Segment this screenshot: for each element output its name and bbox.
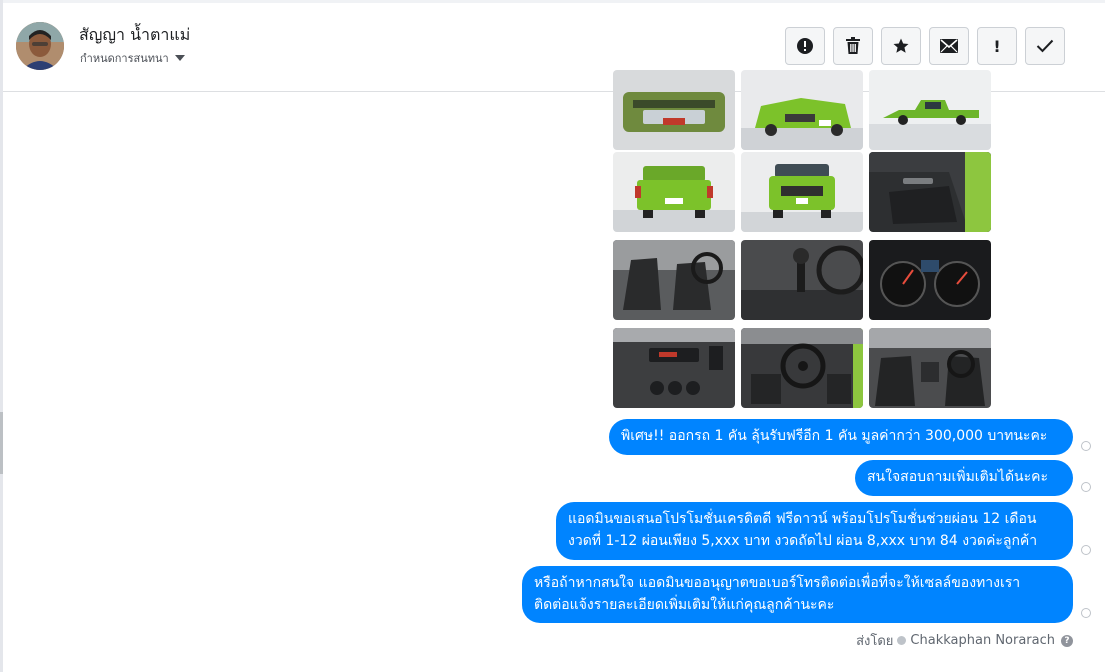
follow-up-button[interactable]: ! [977,27,1017,65]
image-attachment-grid [613,70,991,408]
image-dashboard-console[interactable] [613,328,735,408]
sender-name[interactable]: Chakkaphan Norarach [910,633,1055,648]
message-bubble[interactable]: หรือถ้าหากสนใจ แอดมินขออนุญาตขอเบอร์โทรต… [522,566,1073,623]
message-seen-icon [1081,608,1091,618]
image-front-seats[interactable] [613,240,735,320]
image-car-side[interactable] [869,70,991,150]
help-icon[interactable]: ? [1061,634,1073,647]
caret-down-icon [174,55,185,61]
image-cabin-rear-view[interactable] [869,328,991,408]
message-bubble[interactable]: แอดมินขอเสนอโปรโมชั่นเครดิตดี ฟรีดาวน์ พ… [556,502,1073,560]
report-icon [797,38,813,54]
conversation-schedule-label: กำหนดการสนทนา [80,52,169,65]
exclamation-icon: ! [993,36,1001,56]
envelope-icon [940,39,958,53]
report-button[interactable] [785,27,825,65]
header-actions: ! [785,27,1065,65]
image-car-rear[interactable] [613,152,735,232]
message-text: งวดที่ 1-12 ผ่อนเพียง 5,xxx บาท งวดถัดไป… [568,533,1038,549]
sent-by-label: ส่งโดย [856,634,894,649]
mark-done-button[interactable] [1025,27,1065,65]
contact-name[interactable]: สัญญา น้ำตาแม่ [79,23,190,48]
message-text: สนใจสอบถามเพิ่มเติมได้นะคะ [867,469,1049,485]
message-bubble[interactable]: พิเศษ!! ออกรถ 1 คัน ลุ้นรับฟรีอีก 1 คัน … [609,419,1073,455]
message-text: แอดมินขอเสนอโปรโมชั่นเครดิตดี ฟรีดาวน์ พ… [568,511,1037,527]
message-seen-icon [1081,545,1091,555]
star-icon [893,38,909,53]
mark-unread-button[interactable] [929,27,969,65]
image-car-front[interactable] [741,152,863,232]
message-text: พิเศษ!! ออกรถ 1 คัน ลุ้นรับฟรีอีก 1 คัน … [621,428,1048,444]
message-seen-icon [1081,482,1091,492]
message-text: หรือถ้าหากสนใจ แอดมินขออนุญาตขอเบอร์โทรต… [534,575,1021,591]
delete-button[interactable] [833,27,873,65]
conversation-schedule-dropdown[interactable]: กำหนดการสนทนา [80,49,185,67]
sender-status-icon [897,636,907,645]
image-car-front-angle[interactable] [741,70,863,150]
image-door-panel[interactable] [869,152,991,232]
user-avatar[interactable] [16,22,64,70]
message-bubble[interactable]: สนใจสอบถามเพิ่มเติมได้นะคะ [855,460,1073,496]
checkmark-icon [1036,39,1054,53]
image-steering-wheel[interactable] [741,328,863,408]
image-engine[interactable] [613,70,735,150]
image-instrument-cluster[interactable] [869,240,991,320]
trash-icon [846,37,860,54]
star-button[interactable] [881,27,921,65]
image-gear-shifter[interactable] [741,240,863,320]
window-left-edge [0,0,3,672]
message-seen-icon [1081,441,1091,451]
resize-handle[interactable] [0,412,3,474]
message-text: ติดต่อแจ้งรายละเอียดเพิ่มเติมให้แก่คุณลู… [534,597,835,613]
sent-by-note: ส่งโดย Chakkaphan Norarach ? [856,630,1073,651]
